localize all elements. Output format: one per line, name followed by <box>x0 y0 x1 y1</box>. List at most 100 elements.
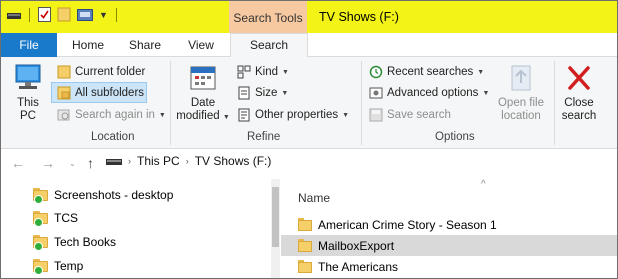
group-divider <box>170 61 171 145</box>
properties-icon <box>238 108 250 122</box>
search-tools-context-tab: Search Tools <box>229 1 307 33</box>
breadcrumb-this-pc[interactable]: This PC <box>137 154 180 168</box>
window-title: TV Shows (F:) <box>319 10 399 24</box>
folder-icon <box>298 239 312 252</box>
dropdown-caret-icon: ▼ <box>477 68 485 76</box>
search-again-in-button[interactable]: Search again in ▼ <box>53 105 170 125</box>
close-search-button[interactable]: Close search <box>557 63 601 123</box>
all-subfolders-button[interactable]: All subfolders <box>53 83 148 103</box>
chevron-right-icon[interactable]: › <box>128 156 131 166</box>
recent-locations-icon[interactable]: ⌄ <box>69 159 76 168</box>
save-search-button[interactable]: Save search <box>369 105 451 125</box>
folder-icon <box>298 260 312 273</box>
file-row[interactable]: American Crime Story - Season 1 <box>281 214 617 235</box>
dropdown-caret-icon: ▼ <box>482 89 490 97</box>
nav-item-tech-books[interactable]: Tech Books <box>33 232 116 252</box>
dropdown-caret-icon: ▼ <box>282 68 289 76</box>
tab-view[interactable]: View <box>184 33 218 57</box>
file-row[interactable]: The Americans <box>281 256 617 277</box>
other-properties-button[interactable]: Other properties ▼ <box>237 105 349 125</box>
size-icon <box>238 86 250 100</box>
kind-label: Kind <box>255 66 279 78</box>
nav-item-temp[interactable]: Temp <box>33 256 83 276</box>
dropdown-caret-icon: ▼ <box>158 111 166 119</box>
recent-searches-button[interactable]: Recent searches ▼ <box>369 62 484 82</box>
open-file-location-line1: Open file <box>497 97 545 109</box>
address-row: ← → ⌄ ↑ › This PC › TV Shows (F:) <box>1 150 617 178</box>
sort-caret-icon: ^ <box>481 179 486 190</box>
options-group-label: Options <box>435 131 475 143</box>
chevron-right-icon[interactable]: › <box>186 156 189 166</box>
other-properties-label: Other properties <box>255 109 339 121</box>
forward-arrow-icon[interactable]: → <box>41 155 55 171</box>
advanced-options-icon <box>369 87 383 99</box>
nav-item-label: Screenshots - desktop <box>54 188 174 202</box>
tab-share[interactable]: Share <box>126 33 164 57</box>
date-modified-button[interactable]: Date modified ▼ <box>175 63 231 124</box>
synced-folder-icon <box>33 211 48 227</box>
qat-separator <box>29 7 30 22</box>
current-folder-button[interactable]: Current folder <box>53 62 149 82</box>
date-label-line2: modified <box>176 110 220 122</box>
nav-item-label: Tech Books <box>54 235 117 249</box>
scrollbar-thumb[interactable] <box>272 187 279 247</box>
breadcrumb[interactable]: › This PC › TV Shows (F:) <box>106 154 271 168</box>
this-pc-button[interactable]: This PC <box>9 63 47 123</box>
file-name: The Americans <box>318 259 399 274</box>
save-icon <box>369 108 383 122</box>
ribbon-panel: This PC Current folder All subfolders Se… <box>1 57 617 149</box>
dropdown-caret-icon: ▼ <box>222 114 230 121</box>
recent-searches-icon <box>369 65 383 79</box>
computer-icon <box>15 64 41 89</box>
open-file-location-button[interactable]: Open file location <box>493 63 549 123</box>
up-arrow-icon[interactable]: ↑ <box>87 155 94 171</box>
file-list: ^ Name American Crime Story - Season 1 M… <box>281 179 617 278</box>
drive-icon[interactable] <box>7 9 21 21</box>
all-subfolders-label: All subfolders <box>75 87 145 99</box>
open-file-location-line2: location <box>501 110 541 122</box>
size-label: Size <box>255 87 278 99</box>
nav-item-screenshots[interactable]: Screenshots - desktop <box>33 185 173 205</box>
qat-separator-2 <box>115 7 117 22</box>
nav-item-tcs[interactable]: TCS <box>33 208 78 228</box>
nav-item-label: TCS <box>54 211 78 225</box>
close-search-line2: search <box>561 110 597 122</box>
refine-group-label: Refine <box>247 131 281 143</box>
save-search-label: Save search <box>387 109 451 121</box>
kind-button[interactable]: Kind ▼ <box>237 62 289 82</box>
dropdown-caret-icon: ▼ <box>281 89 289 97</box>
title-bar: ▼ Search Tools TV Shows (F:) <box>1 1 617 33</box>
file-name: American Crime Story - Season 1 <box>318 217 497 232</box>
search-folder-icon <box>57 109 70 121</box>
location-group-label: Location <box>91 131 135 143</box>
group-divider <box>361 61 362 145</box>
size-button[interactable]: Size ▼ <box>237 83 288 103</box>
advanced-options-button[interactable]: Advanced options ▼ <box>369 83 489 103</box>
calendar-icon <box>190 66 216 90</box>
recent-searches-label: Recent searches <box>387 66 474 78</box>
new-folder-icon[interactable] <box>57 7 71 22</box>
date-label-line1: Date <box>190 97 216 109</box>
ribbon-tabs: File Home Share View Search <box>1 33 617 58</box>
close-search-line1: Close <box>564 97 594 109</box>
nav-pane-scrollbar[interactable] <box>271 179 280 278</box>
current-folder-label: Current folder <box>75 66 146 78</box>
customize-qat-icon[interactable]: ▼ <box>99 10 108 20</box>
tab-search[interactable]: Search <box>230 33 308 58</box>
close-icon <box>568 66 590 90</box>
this-pc-label: This PC <box>17 97 39 122</box>
tab-file[interactable]: File <box>1 33 57 57</box>
breadcrumb-tv-shows[interactable]: TV Shows (F:) <box>195 154 272 168</box>
navigation-pane: Screenshots - desktop TCS Tech Books Tem… <box>1 179 271 278</box>
tab-home[interactable]: Home <box>69 33 107 57</box>
column-header-name[interactable]: Name <box>298 191 330 205</box>
rename-icon[interactable] <box>77 8 93 22</box>
properties-check-icon[interactable] <box>38 7 51 22</box>
file-name: MailboxExport <box>318 238 395 253</box>
synced-folder-icon <box>33 235 48 251</box>
subfolders-icon <box>57 86 71 100</box>
file-row-selected[interactable]: MailboxExport <box>281 235 617 256</box>
advanced-options-label: Advanced options <box>387 87 479 99</box>
back-arrow-icon[interactable]: ← <box>11 155 25 171</box>
folder-icon <box>57 65 71 79</box>
